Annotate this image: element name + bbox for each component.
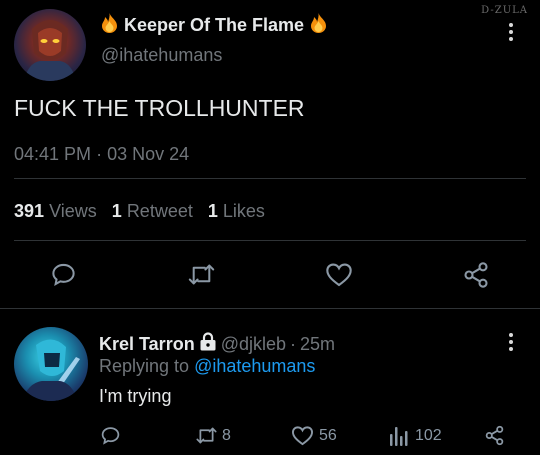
more-options-icon[interactable] (509, 23, 513, 41)
retweet-icon[interactable] (187, 261, 216, 288)
share-icon[interactable] (484, 425, 505, 446)
share-icon[interactable] (462, 261, 490, 289)
likes-stat[interactable]: 1 Likes (208, 201, 265, 221)
tweet-timestamp[interactable]: 04:41 PM · 03 Nov 24 (14, 144, 189, 165)
fire-icon (101, 13, 118, 38)
tweet-time: 04:41 PM (14, 144, 92, 164)
reply-text: I'm trying (99, 386, 172, 406)
views-count: 391 (14, 201, 45, 221)
reply-avatar[interactable] (14, 327, 88, 401)
reply-separator: · (290, 333, 296, 354)
retweets-count: 1 (111, 201, 122, 221)
reply-handle[interactable]: @djkleb (221, 334, 286, 355)
divider (14, 178, 526, 179)
author-display-name: Keeper Of The Flame (124, 15, 305, 35)
likes-count: 1 (207, 201, 218, 221)
divider (14, 240, 526, 241)
fire-icon (310, 13, 327, 38)
divider (0, 308, 540, 309)
more-options-icon[interactable] (509, 333, 513, 351)
reply-age[interactable]: 25m (300, 334, 335, 355)
timestamp-separator: · (96, 144, 103, 164)
replying-to-label: Replying to (99, 356, 190, 376)
reply-display-name[interactable]: Krel Tarron (99, 334, 195, 355)
like-icon (291, 425, 314, 446)
reply-icon[interactable] (50, 261, 77, 288)
replying-to-handle[interactable]: @ihatehumans (194, 356, 315, 376)
author-handle[interactable]: @ihatehumans (101, 45, 222, 66)
like-action[interactable]: 56 (291, 425, 337, 446)
views-stat[interactable]: 391 Views (14, 201, 97, 221)
retweets-label: Retweet (126, 201, 193, 221)
like-count: 56 (319, 426, 337, 444)
avatar-figure-icon (24, 20, 76, 81)
reply-header: Krel Tarron @djkleb · 25m (99, 332, 335, 356)
author-name[interactable]: Keeper Of The Flame (101, 13, 327, 38)
avatar-figure-icon (22, 339, 80, 401)
replying-to-line: Replying to @ihatehumans (99, 356, 315, 377)
retweet-count: 8 (222, 426, 231, 444)
tweet-date: 03 Nov 24 (107, 144, 190, 164)
views-icon (389, 425, 409, 446)
tweet-text: FUCK THE TROLLHUNTER (14, 95, 305, 121)
views-action[interactable]: 102 (389, 425, 442, 446)
likes-label: Likes (222, 201, 265, 221)
retweet-action[interactable]: 8 (194, 425, 231, 446)
watermark: D-ZULA (481, 5, 528, 16)
views-count: 102 (415, 426, 442, 444)
reply-icon[interactable] (100, 425, 121, 446)
retweet-icon (194, 425, 219, 446)
like-icon[interactable] (325, 261, 353, 288)
author-avatar[interactable] (14, 9, 86, 81)
lock-icon (199, 332, 217, 356)
tweet-stats: 391 Views 1 Retweet 1 Likes (14, 201, 265, 222)
views-label: Views (49, 201, 97, 221)
retweets-stat[interactable]: 1 Retweet (112, 201, 193, 221)
